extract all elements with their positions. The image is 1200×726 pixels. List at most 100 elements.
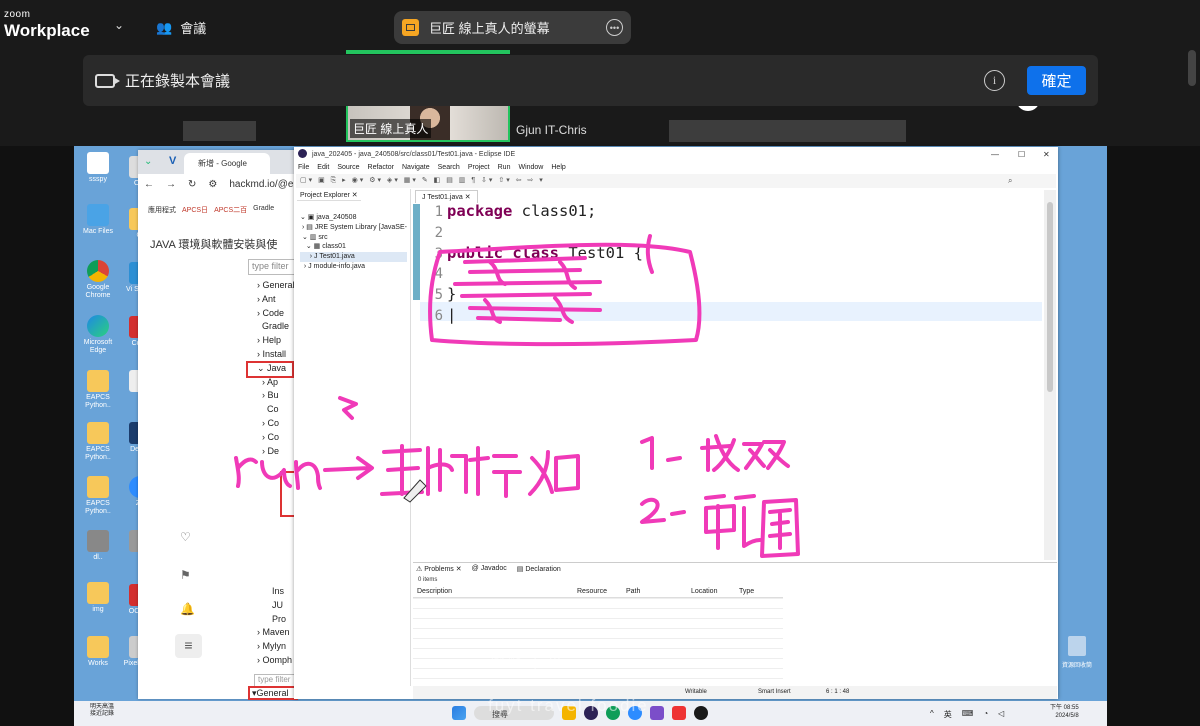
heart-icon[interactable]: ♡ — [180, 530, 191, 544]
confirm-button[interactable]: 確定 — [1027, 66, 1086, 95]
tab-javadoc[interactable]: @ Javadoc — [472, 565, 507, 573]
tree-item-general[interactable]: ▾General — [248, 686, 298, 700]
tree-item[interactable]: › ▤ JRE System Library [JavaSE- — [300, 223, 407, 233]
forward-icon[interactable]: → — [166, 179, 176, 190]
menu-item[interactable]: File — [298, 164, 309, 171]
participant-tile[interactable]: 巨匠 線上真人 — [346, 102, 510, 142]
desktop-icon[interactable]: ssspy — [76, 152, 120, 184]
column-header[interactable]: Type — [739, 588, 754, 595]
browser-address-bar[interactable]: ← → ↻ ⚙ hackmd.io/@e — [144, 179, 293, 190]
language-indicator[interactable]: 英 — [944, 709, 952, 720]
bookmark[interactable]: APCS日 — [182, 205, 208, 215]
tree-item-selected[interactable]: › J Test01.java — [300, 252, 407, 262]
menu-item[interactable]: Refactor — [368, 164, 394, 171]
menu-item[interactable]: Help — [551, 164, 565, 171]
menu-item[interactable]: Project — [468, 164, 490, 171]
tree-item[interactable]: › Oomph — [257, 654, 292, 668]
url-text[interactable]: hackmd.io/@e — [229, 179, 293, 190]
folder-icon[interactable]: img — [76, 582, 120, 614]
vue-icon[interactable]: V — [169, 155, 176, 167]
more-icon[interactable]: ••• — [606, 19, 623, 36]
menu-item[interactable]: Navigate — [402, 164, 430, 171]
screen-share-pill[interactable]: 巨匠 線上真人的螢幕 ••• — [394, 11, 631, 44]
search-icon[interactable]: ⌕ — [1008, 176, 1012, 186]
reload-icon[interactable]: ↻ — [188, 179, 196, 190]
tree-item[interactable]: › Maven — [257, 626, 292, 640]
column-header[interactable]: Description — [417, 588, 452, 595]
start-icon[interactable] — [452, 706, 466, 720]
clock[interactable]: 下午 08:55 2024/5/8 — [1050, 704, 1079, 720]
code-line[interactable]: 1 package class01; — [425, 202, 643, 223]
app-icon[interactable] — [672, 706, 686, 720]
app-icon[interactable] — [694, 706, 708, 720]
close-icon[interactable]: ✕ — [1043, 150, 1050, 159]
volume-icon[interactable]: ◁ — [998, 709, 1004, 720]
tree-item[interactable]: › J module-info.java — [300, 262, 407, 272]
tree-item[interactable]: › Bu — [257, 389, 295, 403]
back-icon[interactable]: ← — [144, 179, 154, 190]
info-icon[interactable]: i — [984, 70, 1005, 91]
column-header[interactable]: Location — [691, 588, 717, 595]
code-line[interactable]: 2 — [425, 223, 643, 244]
meeting-menu[interactable]: 👥 會議 — [156, 18, 206, 37]
bookmark[interactable]: APCS二百 — [214, 205, 247, 215]
tree-item[interactable]: ⌄ ▣ java_240508 — [300, 213, 407, 223]
maximize-icon[interactable]: ☐ — [1018, 150, 1025, 159]
editor-scrollbar[interactable] — [1044, 190, 1056, 560]
menu-item[interactable]: Search — [438, 164, 460, 171]
chevron-up-icon[interactable]: ^ — [930, 709, 934, 720]
folder-icon[interactable]: Works — [76, 636, 120, 668]
weather-widget[interactable]: 明天高溫 接近記錄 — [90, 704, 114, 718]
code-line[interactable]: 6 | — [425, 306, 643, 327]
bookmark[interactable]: 應用程式 — [148, 205, 176, 215]
menu-item[interactable]: Run — [498, 164, 511, 171]
menu-icon[interactable]: ≡ — [175, 634, 202, 658]
tab-project-explorer[interactable]: Project Explorer ✕ — [297, 190, 361, 201]
tree-item[interactable]: › De — [257, 445, 295, 459]
tree-item[interactable]: › Help — [257, 334, 295, 348]
tree-item[interactable]: › Co — [257, 417, 295, 431]
tree-item[interactable]: › Co — [257, 431, 295, 445]
edge-icon[interactable]: Microsoft Edge — [76, 315, 120, 354]
toolbar[interactable]: ▢▾ ▣ ⎘ ▸ ◉▾ ⚙▾ ◈▾ ▦▾ ✎ ◧ ▤ ▥ ¶ ⇩▾ ⇧▾ ⇦ ⇨… — [296, 174, 1056, 188]
code-line[interactable]: 3 public class Test01 { — [425, 244, 643, 265]
tree-item[interactable]: Gradle — [257, 320, 295, 334]
bookmark-icon[interactable]: ⚑ — [180, 568, 191, 582]
tree-item[interactable]: › Install — [257, 348, 295, 362]
desktop-icon[interactable]: Mac Files — [76, 204, 120, 236]
column-header[interactable]: Path — [626, 588, 640, 595]
ime-icon[interactable]: ⌨ — [962, 709, 974, 720]
filter-input[interactable]: type filter — [248, 259, 298, 275]
wifi-icon[interactable]: ◔ — [983, 709, 988, 720]
tree-item[interactable]: Pro — [267, 613, 292, 627]
tree-item[interactable]: › General — [257, 279, 295, 293]
tree-item[interactable]: › Code — [257, 307, 295, 321]
scrollbar[interactable] — [1188, 50, 1196, 86]
folder-icon[interactable]: EAPCS Python.. — [76, 422, 120, 461]
app-icon[interactable] — [650, 706, 664, 720]
browser-menu-icon[interactable]: ⌄ — [144, 156, 152, 167]
folder-icon[interactable]: EAPCS Python.. — [76, 370, 120, 409]
chrome-icon[interactable]: Google Chrome — [76, 260, 120, 299]
tab-declaration[interactable]: ▤ Declaration — [517, 565, 561, 573]
tree-item[interactable]: › Ant — [257, 293, 295, 307]
menu-item[interactable]: Edit — [317, 164, 329, 171]
column-header[interactable]: Resource — [577, 588, 607, 595]
code-line[interactable]: 4 — [425, 264, 643, 285]
bell-icon[interactable]: 🔔 — [180, 602, 195, 616]
tree-item[interactable]: Ins — [267, 585, 292, 599]
tree-item[interactable]: JU — [267, 599, 292, 613]
code-editor[interactable]: 1 package class01; 2 3 public class Test01… — [425, 202, 643, 327]
code-line[interactable]: 5} — [425, 285, 643, 306]
tree-item[interactable]: ⌄ ▥ src — [300, 233, 407, 243]
desktop-icon[interactable]: dl.. — [76, 530, 120, 562]
tree-item[interactable]: › Mylyn — [257, 640, 292, 654]
browser-tab[interactable]: 新增 - Google — [184, 153, 270, 174]
bookmark[interactable]: Gradle — [253, 205, 274, 215]
tab-problems[interactable]: ⚠ Problems ✕ — [416, 565, 462, 573]
minimize-icon[interactable]: — — [991, 150, 999, 159]
tree-item[interactable]: Co — [257, 403, 295, 417]
menu-item[interactable]: Source — [337, 164, 359, 171]
chevron-down-icon[interactable]: ⌄ — [114, 18, 124, 32]
menu-item[interactable]: Window — [518, 164, 543, 171]
